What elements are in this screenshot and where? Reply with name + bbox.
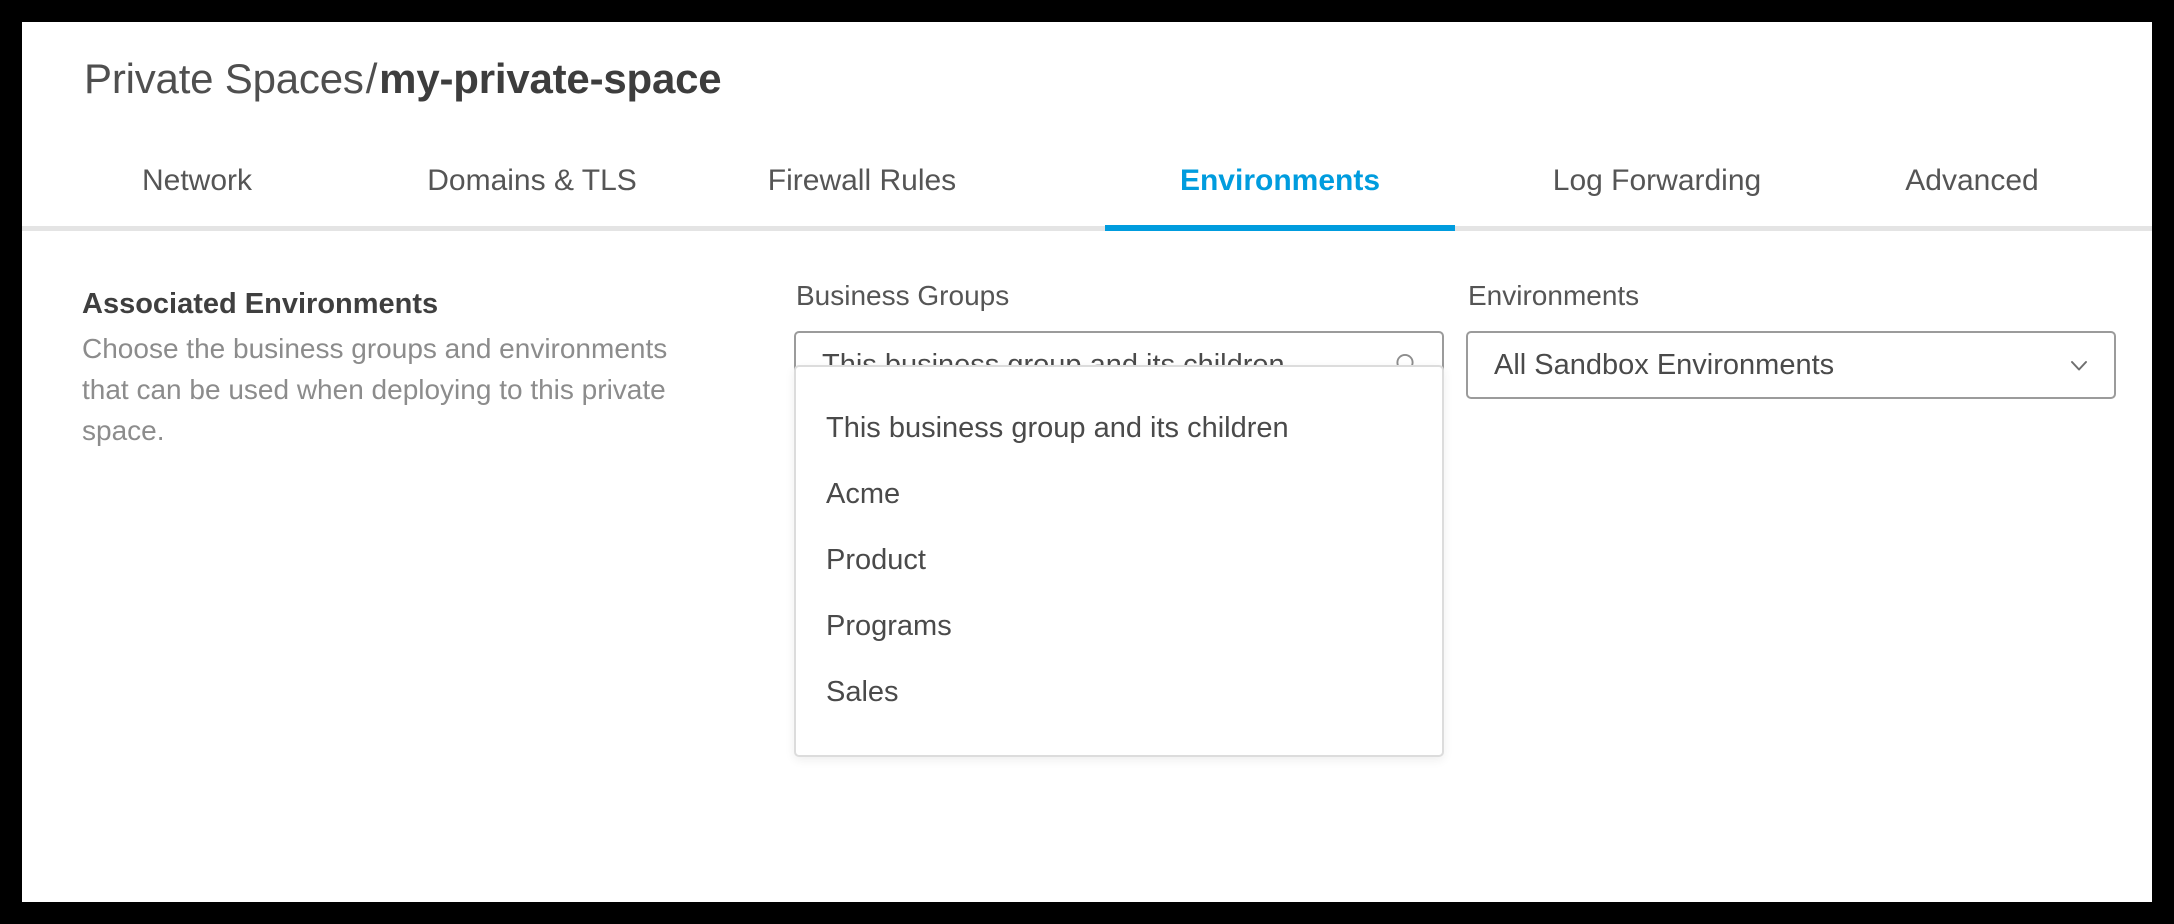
breadcrumb: Private Spaces/my-private-space	[84, 54, 721, 104]
chevron-down-icon[interactable]	[2062, 348, 2096, 382]
associated-environments-description: Associated Environments Choose the busin…	[82, 286, 732, 451]
business-groups-dropdown: This business group and its children Acm…	[794, 365, 1444, 757]
business-groups-field: Business Groups This business group and …	[794, 279, 1444, 399]
environments-label: Environments	[1468, 279, 2116, 313]
dropdown-option[interactable]: This business group and its children	[796, 395, 1442, 461]
app-frame: Private Spaces/my-private-space Network …	[0, 0, 2174, 924]
tab-log-forwarding[interactable]: Log Forwarding	[1512, 150, 1802, 231]
environments-panel: Associated Environments Choose the busin…	[22, 231, 2152, 902]
tab-domains-and-tls-label: Domains & TLS	[427, 164, 637, 198]
tab-log-forwarding-label: Log Forwarding	[1553, 164, 1761, 198]
section-description: Choose the business groups and environme…	[82, 328, 712, 451]
tab-advanced[interactable]: Advanced	[1862, 150, 2082, 231]
tab-network[interactable]: Network	[102, 150, 292, 231]
app-window: Private Spaces/my-private-space Network …	[22, 22, 2152, 902]
tab-advanced-label: Advanced	[1905, 164, 2038, 198]
business-groups-label: Business Groups	[796, 279, 1444, 313]
tab-environments-label: Environments	[1180, 164, 1380, 198]
breadcrumb-root[interactable]: Private Spaces	[84, 55, 364, 102]
tab-domains-and-tls[interactable]: Domains & TLS	[412, 150, 652, 231]
breadcrumb-current: my-private-space	[379, 55, 721, 102]
environments-value: All Sandbox Environments	[1494, 348, 2052, 382]
tab-bar: Network Domains & TLS Firewall Rules Env…	[22, 150, 2152, 230]
environments-field: Environments All Sandbox Environments	[1466, 279, 2116, 399]
dropdown-option[interactable]: Product	[796, 527, 1442, 593]
tab-environments[interactable]: Environments	[1105, 150, 1455, 231]
tab-network-label: Network	[142, 164, 252, 198]
dropdown-option[interactable]: Acme	[796, 461, 1442, 527]
section-title: Associated Environments	[82, 286, 732, 322]
breadcrumb-separator: /	[364, 55, 379, 102]
environments-select[interactable]: All Sandbox Environments	[1466, 331, 2116, 399]
dropdown-option[interactable]: Programs	[796, 593, 1442, 659]
dropdown-option[interactable]: Sales	[796, 659, 1442, 725]
tab-firewall-rules[interactable]: Firewall Rules	[737, 150, 987, 231]
tab-firewall-rules-label: Firewall Rules	[768, 164, 956, 198]
